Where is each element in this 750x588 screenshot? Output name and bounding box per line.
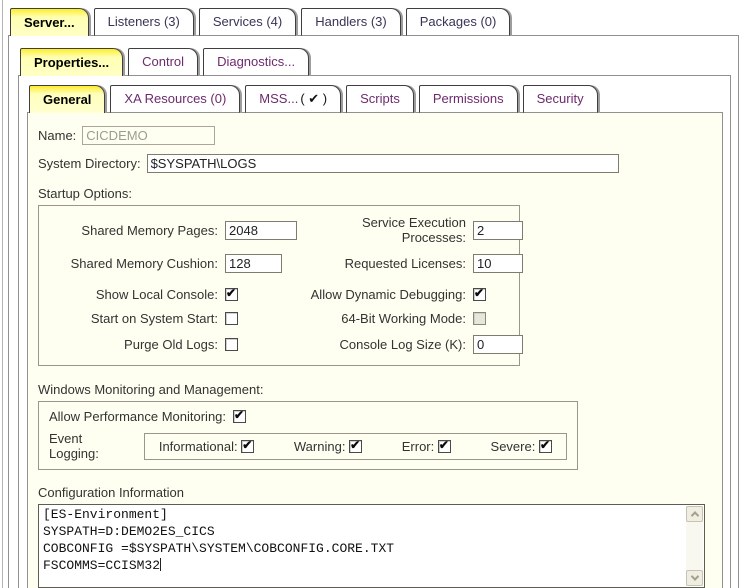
allow-dynamic-debugging-label: Allow Dynamic Debugging: xyxy=(305,287,473,302)
tab-permissions-label: Permissions xyxy=(433,91,504,106)
shared-memory-pages-label: Shared Memory Pages: xyxy=(39,223,225,238)
tab-mss-label: MSS... xyxy=(259,91,298,106)
service-execution-processes-input[interactable] xyxy=(473,221,523,240)
tab-general[interactable]: General xyxy=(29,85,105,113)
tab-general-label: General xyxy=(43,92,91,107)
page-left-border xyxy=(2,0,3,588)
properties-tab-bar: Properties... Control Diagnostics... xyxy=(20,48,309,76)
tab-packages[interactable]: Packages (0) xyxy=(406,8,511,36)
tab-xa-resources-label: XA Resources (0) xyxy=(124,91,226,106)
64-bit-working-mode-label: 64-Bit Working Mode: xyxy=(305,311,473,326)
tab-control-label: Control xyxy=(142,54,184,69)
tab-packages-label: Packages (0) xyxy=(420,14,497,29)
textarea-scrollbar[interactable] xyxy=(686,506,703,586)
system-directory-input[interactable] xyxy=(147,154,619,173)
chevron-down-icon xyxy=(690,572,698,580)
tab-scripts[interactable]: Scripts xyxy=(346,85,414,113)
64-bit-working-mode-checkbox xyxy=(473,312,486,325)
tab-diagnostics[interactable]: Diagnostics... xyxy=(203,48,309,76)
tab-listeners[interactable]: Listeners (3) xyxy=(94,8,194,36)
tab-properties[interactable]: Properties... xyxy=(20,48,123,76)
warning-checkbox[interactable] xyxy=(349,440,362,453)
text-caret xyxy=(160,558,161,571)
tab-security-label: Security xyxy=(537,91,584,106)
configuration-information-textarea[interactable]: [ES-Environment]SYSPATH=D:DEMO2ES_CICSCO… xyxy=(38,504,705,588)
scroll-up-button[interactable] xyxy=(686,506,703,522)
name-input xyxy=(82,126,215,145)
tab-server-label: Server... xyxy=(24,15,75,30)
informational-checkbox[interactable] xyxy=(241,440,254,453)
startup-checkbox-grid: Show Local Console: Allow Dynamic Debugg… xyxy=(39,287,519,354)
server-tab-bar: Server... Listeners (3) Services (4) Han… xyxy=(10,8,510,36)
configuration-text: [ES-Environment]SYSPATH=D:DEMO2ES_CICSCO… xyxy=(39,505,704,575)
warning-label: Warning: xyxy=(294,439,346,454)
shared-memory-cushion-label: Shared Memory Cushion: xyxy=(39,256,225,271)
mss-checkmark-icon: ( ✔ ) xyxy=(300,91,327,107)
event-logging-label: Event Logging: xyxy=(49,431,134,461)
performance-monitoring-row: Allow Performance Monitoring: xyxy=(49,409,567,424)
allow-dynamic-debugging-checkbox[interactable] xyxy=(473,288,486,301)
service-execution-processes-label: Service Execution Processes: xyxy=(305,215,473,245)
monitoring-group: Allow Performance Monitoring: Event Logg… xyxy=(38,401,578,470)
event-logging-group: Informational: Warning: Error: Severe: xyxy=(144,433,567,460)
system-directory-label: System Directory: xyxy=(38,156,141,171)
startup-inputs-grid: Shared Memory Pages: Service Execution P… xyxy=(39,215,519,273)
informational-label: Informational: xyxy=(159,439,238,454)
tab-handlers-label: Handlers (3) xyxy=(315,14,387,29)
requested-licenses-input[interactable] xyxy=(473,254,523,273)
start-on-system-start-checkbox[interactable] xyxy=(225,312,238,325)
tab-listeners-label: Listeners (3) xyxy=(108,14,180,29)
error-label: Error: xyxy=(402,439,435,454)
requested-licenses-label: Requested Licenses: xyxy=(305,256,473,271)
tab-properties-label: Properties... xyxy=(34,55,109,70)
general-tab-bar: General XA Resources (0) MSS...( ✔ ) Scr… xyxy=(29,85,598,113)
error-checkbox[interactable] xyxy=(438,440,451,453)
tab-xa-resources[interactable]: XA Resources (0) xyxy=(110,85,240,113)
console-log-size-input[interactable] xyxy=(473,335,523,354)
tab-security[interactable]: Security xyxy=(523,85,598,113)
tab-mss[interactable]: MSS...( ✔ ) xyxy=(245,85,341,113)
scroll-down-button[interactable] xyxy=(686,570,703,586)
event-logging-row: Event Logging: Informational: Warning: E… xyxy=(49,431,567,461)
console-log-size-label: Console Log Size (K): xyxy=(305,337,473,352)
shared-memory-pages-input[interactable] xyxy=(225,221,297,240)
monitoring-title: Windows Monitoring and Management: xyxy=(38,382,712,397)
purge-old-logs-label: Purge Old Logs: xyxy=(39,337,225,352)
name-row: Name: xyxy=(38,126,712,145)
general-tab-panel: Name: System Directory: Startup Options:… xyxy=(27,112,723,588)
tab-diagnostics-label: Diagnostics... xyxy=(217,54,295,69)
tab-scripts-label: Scripts xyxy=(360,91,400,106)
name-label: Name: xyxy=(38,128,76,143)
show-local-console-checkbox[interactable] xyxy=(225,288,238,301)
purge-old-logs-checkbox[interactable] xyxy=(225,338,238,351)
tab-control[interactable]: Control xyxy=(128,48,198,76)
chevron-up-icon xyxy=(690,511,698,519)
tab-permissions[interactable]: Permissions xyxy=(419,85,518,113)
startup-options-title: Startup Options: xyxy=(38,186,712,201)
allow-performance-monitoring-label: Allow Performance Monitoring: xyxy=(49,409,226,424)
general-form: Name: System Directory: Startup Options:… xyxy=(28,113,722,588)
allow-performance-monitoring-checkbox[interactable] xyxy=(233,410,246,423)
show-local-console-label: Show Local Console: xyxy=(39,287,225,302)
tab-server[interactable]: Server... xyxy=(10,8,89,36)
start-on-system-start-label: Start on System Start: xyxy=(39,311,225,326)
severe-checkbox[interactable] xyxy=(539,440,552,453)
tab-services[interactable]: Services (4) xyxy=(199,8,296,36)
system-directory-row: System Directory: xyxy=(38,154,712,173)
tab-services-label: Services (4) xyxy=(213,14,282,29)
startup-options-group: Shared Memory Pages: Service Execution P… xyxy=(38,205,520,366)
shared-memory-cushion-input[interactable] xyxy=(225,254,282,273)
tab-handlers[interactable]: Handlers (3) xyxy=(301,8,401,36)
severe-label: Severe: xyxy=(491,439,536,454)
configuration-information-title: Configuration Information xyxy=(38,485,712,500)
